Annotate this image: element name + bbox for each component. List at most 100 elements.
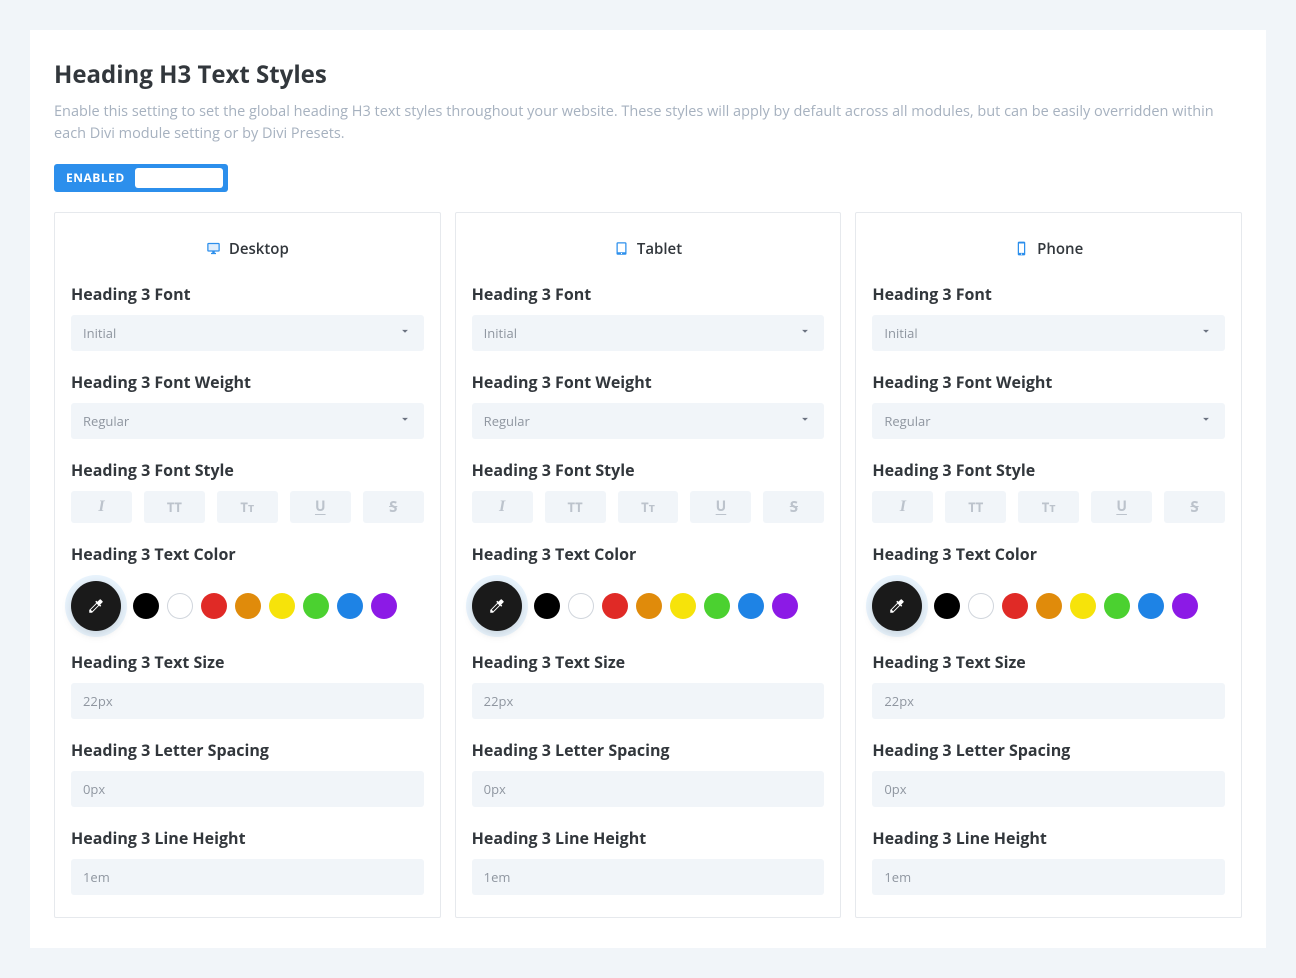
strikethrough-button[interactable]: S xyxy=(763,491,824,523)
label-spacing: Heading 3 Letter Spacing xyxy=(472,739,825,761)
smallcaps-button[interactable]: Tᴛ xyxy=(1018,491,1079,523)
size-input[interactable]: 22px xyxy=(71,683,424,719)
desktop-icon xyxy=(206,241,221,256)
font-select[interactable]: Initial xyxy=(71,315,424,351)
color-picker-button[interactable] xyxy=(872,581,922,631)
lineheight-input[interactable]: 1em xyxy=(472,859,825,895)
font-style-buttons: I TT Tᴛ U S xyxy=(872,491,1225,523)
color-swatch-0[interactable] xyxy=(133,593,159,619)
chevron-down-icon xyxy=(1199,324,1213,342)
italic-button[interactable]: I xyxy=(872,491,933,523)
strikethrough-button[interactable]: S xyxy=(363,491,424,523)
color-swatch-2[interactable] xyxy=(201,593,227,619)
uppercase-button[interactable]: TT xyxy=(144,491,205,523)
device-column-tablet: Tablet Heading 3 Font Initial Heading 3 … xyxy=(455,212,842,918)
column-header-desktop: Desktop xyxy=(71,239,424,259)
color-swatch-4[interactable] xyxy=(269,593,295,619)
weight-select[interactable]: Regular xyxy=(71,403,424,439)
chevron-down-icon xyxy=(798,412,812,430)
color-swatch-1[interactable] xyxy=(968,593,994,619)
label-size: Heading 3 Text Size xyxy=(872,651,1225,673)
color-swatch-7[interactable] xyxy=(371,593,397,619)
color-swatch-5[interactable] xyxy=(704,593,730,619)
color-swatch-1[interactable] xyxy=(568,593,594,619)
color-swatch-3[interactable] xyxy=(636,593,662,619)
color-swatches xyxy=(71,575,424,631)
size-input[interactable]: 22px xyxy=(872,683,1225,719)
color-swatch-0[interactable] xyxy=(534,593,560,619)
label-size: Heading 3 Text Size xyxy=(472,651,825,673)
label-spacing: Heading 3 Letter Spacing xyxy=(71,739,424,761)
color-swatch-5[interactable] xyxy=(303,593,329,619)
page-description: Enable this setting to set the global he… xyxy=(54,101,1242,146)
lineheight-input[interactable]: 1em xyxy=(71,859,424,895)
device-column-phone: Phone Heading 3 Font Initial Heading 3 F… xyxy=(855,212,1242,918)
label-color: Heading 3 Text Color xyxy=(872,543,1225,565)
device-columns: Desktop Heading 3 Font Initial Heading 3… xyxy=(54,212,1242,918)
underline-button[interactable]: U xyxy=(1091,491,1152,523)
label-lineheight: Heading 3 Line Height xyxy=(872,827,1225,849)
uppercase-button[interactable]: TT xyxy=(545,491,606,523)
label-weight: Heading 3 Font Weight xyxy=(872,371,1225,393)
color-swatches xyxy=(872,575,1225,631)
color-swatch-5[interactable] xyxy=(1104,593,1130,619)
lineheight-input[interactable]: 1em xyxy=(872,859,1225,895)
label-color: Heading 3 Text Color xyxy=(71,543,424,565)
label-style: Heading 3 Font Style xyxy=(71,459,424,481)
color-swatch-2[interactable] xyxy=(1002,593,1028,619)
spacing-input[interactable]: 0px xyxy=(472,771,825,807)
underline-button[interactable]: U xyxy=(690,491,751,523)
column-title: Phone xyxy=(1037,239,1083,259)
italic-button[interactable]: I xyxy=(71,491,132,523)
color-swatch-2[interactable] xyxy=(602,593,628,619)
font-select[interactable]: Initial xyxy=(872,315,1225,351)
font-select[interactable]: Initial xyxy=(472,315,825,351)
spacing-input[interactable]: 0px xyxy=(872,771,1225,807)
label-font: Heading 3 Font xyxy=(872,283,1225,305)
size-input[interactable]: 22px xyxy=(472,683,825,719)
color-swatch-0[interactable] xyxy=(934,593,960,619)
settings-panel: Heading H3 Text Styles Enable this setti… xyxy=(30,30,1266,948)
column-header-tablet: Tablet xyxy=(472,239,825,259)
color-swatch-1[interactable] xyxy=(167,593,193,619)
label-weight: Heading 3 Font Weight xyxy=(71,371,424,393)
color-swatch-7[interactable] xyxy=(1172,593,1198,619)
color-swatch-3[interactable] xyxy=(1036,593,1062,619)
strikethrough-button[interactable]: S xyxy=(1164,491,1225,523)
color-picker-button[interactable] xyxy=(472,581,522,631)
color-swatch-7[interactable] xyxy=(772,593,798,619)
label-size: Heading 3 Text Size xyxy=(71,651,424,673)
enable-toggle[interactable]: ENABLED xyxy=(54,164,228,192)
chevron-down-icon xyxy=(798,324,812,342)
color-swatch-6[interactable] xyxy=(738,593,764,619)
smallcaps-button[interactable]: Tᴛ xyxy=(217,491,278,523)
italic-button[interactable]: I xyxy=(472,491,533,523)
uppercase-button[interactable]: TT xyxy=(945,491,1006,523)
chevron-down-icon xyxy=(398,324,412,342)
color-swatch-6[interactable] xyxy=(337,593,363,619)
tablet-icon xyxy=(614,241,629,256)
color-swatch-4[interactable] xyxy=(670,593,696,619)
page-title: Heading H3 Text Styles xyxy=(54,58,1242,91)
label-lineheight: Heading 3 Line Height xyxy=(472,827,825,849)
label-weight: Heading 3 Font Weight xyxy=(472,371,825,393)
weight-select[interactable]: Regular xyxy=(872,403,1225,439)
label-font: Heading 3 Font xyxy=(71,283,424,305)
underline-button[interactable]: U xyxy=(290,491,351,523)
color-picker-button[interactable] xyxy=(71,581,121,631)
label-style: Heading 3 Font Style xyxy=(472,459,825,481)
label-color: Heading 3 Text Color xyxy=(472,543,825,565)
chevron-down-icon xyxy=(1199,412,1213,430)
color-swatch-3[interactable] xyxy=(235,593,261,619)
smallcaps-button[interactable]: Tᴛ xyxy=(618,491,679,523)
font-style-buttons: I TT Tᴛ U S xyxy=(472,491,825,523)
column-title: Desktop xyxy=(229,239,289,259)
spacing-input[interactable]: 0px xyxy=(71,771,424,807)
column-title: Tablet xyxy=(637,239,682,259)
chevron-down-icon xyxy=(398,412,412,430)
color-swatch-4[interactable] xyxy=(1070,593,1096,619)
color-swatch-6[interactable] xyxy=(1138,593,1164,619)
label-lineheight: Heading 3 Line Height xyxy=(71,827,424,849)
toggle-knob xyxy=(135,168,223,188)
weight-select[interactable]: Regular xyxy=(472,403,825,439)
